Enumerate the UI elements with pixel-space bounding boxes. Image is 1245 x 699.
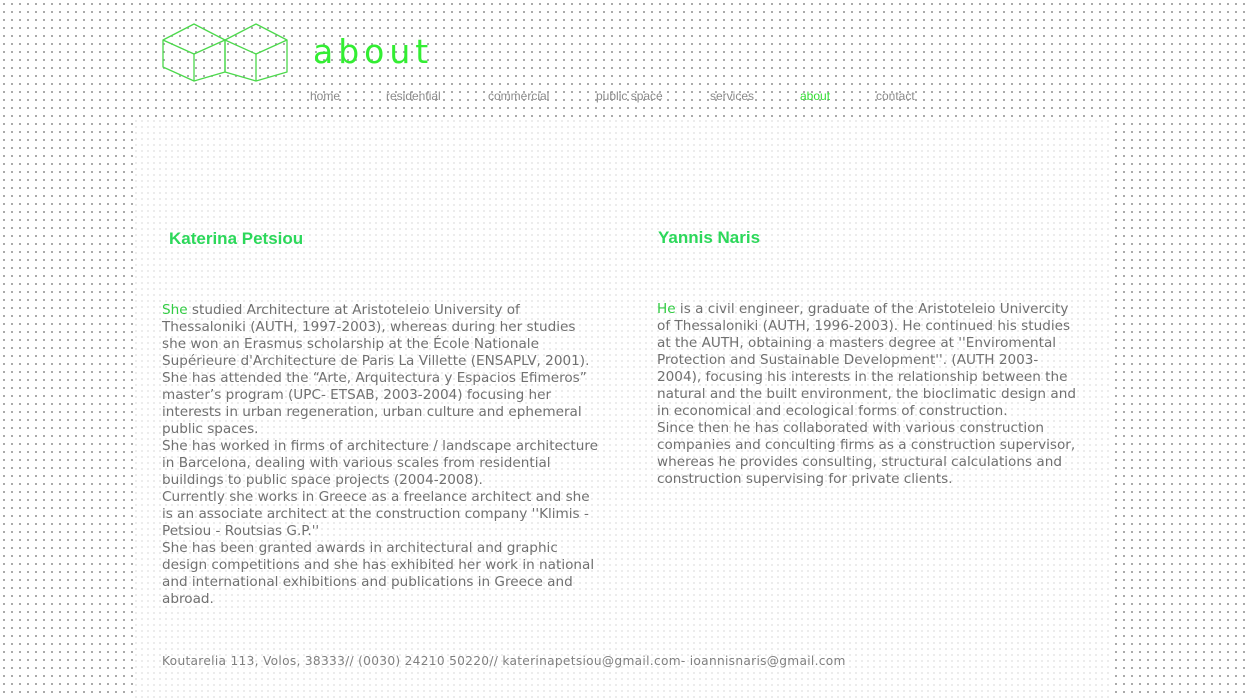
bio-yannis: He is a civil engineer, graduate of the …: [657, 301, 1082, 488]
nav-item-contact[interactable]: contact: [876, 88, 915, 104]
person-name-katerina: Katerina Petsiou: [169, 229, 304, 248]
bio-paragraph: Since then he has collaborated with vari…: [657, 420, 1076, 487]
bio-paragraph: She has worked in firms of architecture …: [162, 438, 598, 488]
nav-item-about[interactable]: about: [800, 88, 830, 104]
nav-item-public-space[interactable]: public space: [596, 88, 663, 104]
twin-cubes-logo-icon[interactable]: [162, 20, 288, 83]
bio-paragraph: studied Architecture at Aristoteleio Uni…: [162, 302, 590, 437]
nav-item-commercial[interactable]: commercial: [488, 88, 549, 104]
bio-paragraph: Currently she works in Greece as a freel…: [162, 489, 590, 539]
person-name-yannis: Yannis Naris: [658, 228, 761, 247]
page-title: about: [313, 32, 434, 71]
nav-item-home[interactable]: home: [310, 88, 340, 104]
bio-katerina: She studied Architecture at Aristoteleio…: [162, 302, 602, 608]
bio-paragraph: She has been granted awards in architect…: [162, 540, 595, 607]
nav-item-residential[interactable]: residential: [386, 88, 441, 104]
footer-contact-info: Koutarelia 113, Volos, 38333// (0030) 24…: [162, 654, 846, 668]
bio-lead-word: She: [162, 302, 188, 318]
bio-lead-word: He: [657, 301, 676, 317]
bio-paragraph: is a civil engineer, graduate of the Ari…: [657, 301, 1076, 419]
nav-item-services[interactable]: services: [710, 88, 754, 104]
